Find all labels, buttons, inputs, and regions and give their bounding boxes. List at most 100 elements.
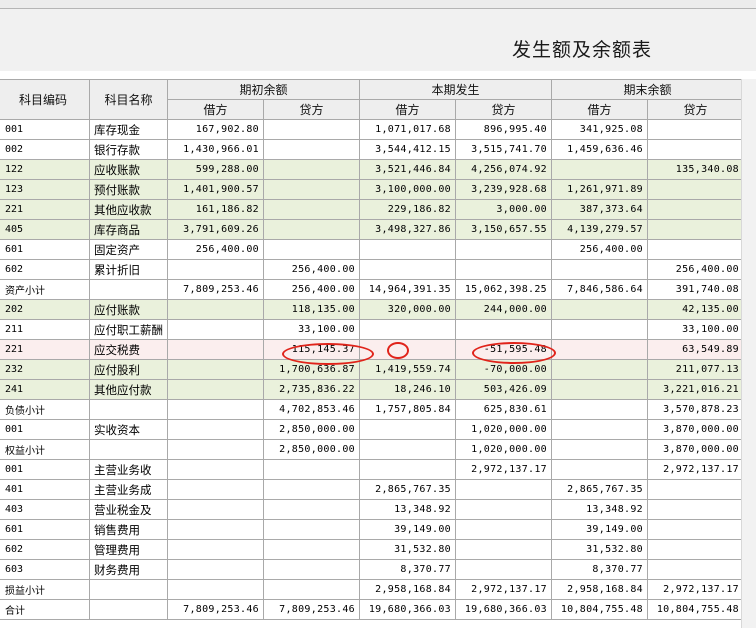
account-name-cell[interactable]: 应交税费	[89, 339, 168, 360]
closing-debit-cell[interactable]: 2,865,767.35	[551, 479, 648, 500]
account-name-cell[interactable]: 累计折旧	[89, 259, 168, 280]
opening-credit-cell[interactable]: 115,145.37	[263, 339, 360, 360]
closing-credit-cell[interactable]	[647, 179, 744, 200]
account-name-cell[interactable]: 主营业务收	[89, 459, 168, 480]
opening-credit-cell[interactable]: 33,100.00	[263, 319, 360, 340]
opening-debit-cell[interactable]	[167, 579, 264, 600]
opening-debit-cell[interactable]	[167, 419, 264, 440]
opening-credit-cell[interactable]: 2,850,000.00	[263, 419, 360, 440]
closing-credit-cell[interactable]	[647, 499, 744, 520]
table-row[interactable]: 123 预付账款 1,401,900.57 3,100,000.00 3,239,928…	[0, 179, 744, 200]
period-debit-cell[interactable]: 2,865,767.35	[359, 479, 456, 500]
account-name-cell[interactable]: 营业税金及	[89, 499, 168, 520]
closing-debit-cell[interactable]: 341,925.08	[551, 119, 648, 140]
closing-debit-cell[interactable]	[551, 319, 648, 340]
table-row[interactable]: 001 库存现金 167,902.80 1,071,017.68 896,995.40 3…	[0, 119, 744, 140]
period-credit-cell[interactable]	[455, 239, 552, 260]
account-name-cell[interactable]: 预付账款	[89, 179, 168, 200]
period-debit-cell[interactable]: 2,958,168.84	[359, 579, 456, 600]
table-row[interactable]: 122 应收账款 599,288.00 3,521,446.84 4,256,074.9…	[0, 159, 744, 180]
account-code-cell[interactable]: 202	[0, 299, 90, 320]
period-credit-cell[interactable]	[455, 559, 552, 580]
account-code-cell[interactable]: 合计	[0, 599, 90, 620]
account-code-cell[interactable]: 122	[0, 159, 90, 180]
opening-credit-cell[interactable]: 2,735,836.22	[263, 379, 360, 400]
period-credit-cell[interactable]: 19,680,366.03	[455, 599, 552, 620]
closing-credit-cell[interactable]: 3,570,878.23	[647, 399, 744, 420]
closing-debit-cell[interactable]: 13,348.92	[551, 499, 648, 520]
opening-debit-cell[interactable]	[167, 439, 264, 460]
opening-credit-cell[interactable]	[263, 139, 360, 160]
opening-credit-cell[interactable]	[263, 519, 360, 540]
closing-credit-cell[interactable]	[647, 479, 744, 500]
table-row[interactable]: 202 应付账款 118,135.00 320,000.00 244,000.00 42,…	[0, 299, 744, 320]
closing-credit-cell[interactable]: 3,870,000.00	[647, 419, 744, 440]
account-code-cell[interactable]: 602	[0, 259, 90, 280]
opening-credit-cell[interactable]	[263, 579, 360, 600]
opening-debit-cell[interactable]	[167, 359, 264, 380]
account-code-cell[interactable]: 601	[0, 519, 90, 540]
account-name-cell[interactable]	[89, 599, 168, 620]
opening-credit-cell[interactable]	[263, 559, 360, 580]
period-credit-cell[interactable]: 3,515,741.70	[455, 139, 552, 160]
account-code-cell[interactable]: 损益小计	[0, 579, 90, 600]
period-credit-cell[interactable]	[455, 479, 552, 500]
closing-debit-cell[interactable]: 387,373.64	[551, 199, 648, 220]
table-row[interactable]: 合计 7,809,253.46 7,809,253.46 19,680,366.03 1…	[0, 599, 744, 620]
period-debit-cell[interactable]	[359, 459, 456, 480]
account-name-cell[interactable]: 其他应付款	[89, 379, 168, 400]
opening-credit-cell[interactable]	[263, 119, 360, 140]
opening-debit-cell[interactable]: 7,809,253.46	[167, 279, 264, 300]
vertical-scrollbar[interactable]	[741, 79, 756, 628]
table-row[interactable]: 403 营业税金及 13,348.92 13,348.92	[0, 499, 744, 520]
column-header-code[interactable]: 科目编码	[0, 79, 90, 120]
account-name-cell[interactable]	[89, 399, 168, 420]
account-code-cell[interactable]: 601	[0, 239, 90, 260]
period-credit-cell[interactable]: 15,062,398.25	[455, 279, 552, 300]
account-name-cell[interactable]: 库存商品	[89, 219, 168, 240]
account-name-cell[interactable]: 应付职工薪酬	[89, 319, 168, 340]
period-debit-cell[interactable]: 8,370.77	[359, 559, 456, 580]
account-code-cell[interactable]: 603	[0, 559, 90, 580]
opening-credit-cell[interactable]	[263, 199, 360, 220]
period-debit-cell[interactable]: 229,186.82	[359, 199, 456, 220]
period-debit-cell[interactable]	[359, 319, 456, 340]
account-name-cell[interactable]	[89, 279, 168, 300]
closing-debit-cell[interactable]: 4,139,279.57	[551, 219, 648, 240]
account-code-cell[interactable]: 123	[0, 179, 90, 200]
opening-credit-cell[interactable]	[263, 539, 360, 560]
table-row[interactable]: 405 库存商品 3,791,609.26 3,498,327.86 3,150,657…	[0, 219, 744, 240]
account-code-cell[interactable]: 405	[0, 219, 90, 240]
closing-credit-cell[interactable]: 135,340.08	[647, 159, 744, 180]
table-row[interactable]: 权益小计 2,850,000.00 1,020,000.00 3,870,000.00	[0, 439, 744, 460]
account-code-cell[interactable]: 001	[0, 419, 90, 440]
period-debit-cell[interactable]: 1,071,017.68	[359, 119, 456, 140]
closing-debit-cell[interactable]	[551, 159, 648, 180]
closing-credit-cell[interactable]: 3,870,000.00	[647, 439, 744, 460]
account-code-cell[interactable]: 221	[0, 199, 90, 220]
closing-credit-cell[interactable]	[647, 239, 744, 260]
period-debit-cell[interactable]: 39,149.00	[359, 519, 456, 540]
closing-debit-cell[interactable]: 1,459,636.46	[551, 139, 648, 160]
opening-debit-cell[interactable]	[167, 319, 264, 340]
account-name-cell[interactable]: 实收资本	[89, 419, 168, 440]
closing-credit-cell[interactable]	[647, 219, 744, 240]
period-credit-cell[interactable]: 244,000.00	[455, 299, 552, 320]
opening-credit-cell[interactable]: 4,702,853.46	[263, 399, 360, 420]
account-code-cell[interactable]: 602	[0, 539, 90, 560]
opening-debit-cell[interactable]	[167, 259, 264, 280]
period-debit-cell[interactable]	[359, 339, 456, 360]
closing-credit-cell[interactable]: 10,804,755.48	[647, 599, 744, 620]
account-code-cell[interactable]: 241	[0, 379, 90, 400]
period-credit-cell[interactable]: 3,239,928.68	[455, 179, 552, 200]
closing-debit-cell[interactable]	[551, 419, 648, 440]
period-debit-cell[interactable]	[359, 439, 456, 460]
closing-debit-cell[interactable]	[551, 339, 648, 360]
closing-credit-cell[interactable]: 391,740.08	[647, 279, 744, 300]
period-debit-cell[interactable]: 3,544,412.15	[359, 139, 456, 160]
table-row[interactable]: 601 销售费用 39,149.00 39,149.00	[0, 519, 744, 540]
opening-debit-cell[interactable]	[167, 479, 264, 500]
table-row[interactable]: 241 其他应付款 2,735,836.22 18,246.10 503,426.09 3…	[0, 379, 744, 400]
opening-credit-cell[interactable]: 256,400.00	[263, 259, 360, 280]
opening-debit-cell[interactable]	[167, 499, 264, 520]
